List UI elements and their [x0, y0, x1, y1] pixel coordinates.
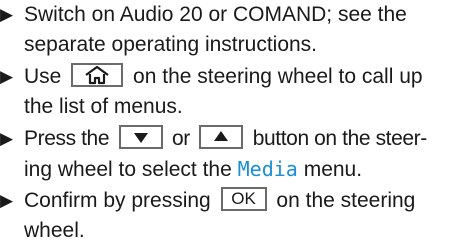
instruction-text: Use	[24, 65, 62, 88]
bullet-arrow-icon: ▶	[0, 67, 14, 86]
media-menu-label: Media	[237, 157, 298, 181]
bullet-arrow-icon: ▶	[0, 5, 14, 24]
instruction-text: ing wheel to select the	[24, 158, 232, 181]
instruction-line: ing wheel to select the Media menu.	[24, 154, 362, 185]
up-button-symbol	[199, 125, 244, 150]
down-button-symbol	[118, 125, 163, 150]
instruction-line: the list of menus.	[24, 95, 183, 118]
bullet-arrow-icon: ▶	[0, 191, 14, 210]
instruction-text: menu.	[303, 158, 363, 181]
bullet-arrow-icon: ▶	[0, 129, 14, 148]
instruction-text: on the steering	[276, 189, 416, 212]
instruction-line: Confirm by pressing OK on the steering	[24, 186, 415, 216]
down-triangle-icon	[133, 133, 148, 144]
instruction-line: Press the or button on the steer-	[24, 124, 427, 154]
home-icon	[85, 66, 109, 85]
instruction-text: Press the	[24, 127, 110, 150]
ok-button-symbol: OK	[220, 187, 267, 212]
instruction-line: Use on the steering wheel to call up	[24, 62, 423, 92]
home-button-symbol	[71, 63, 124, 88]
up-triangle-icon	[214, 131, 229, 142]
instruction-text: on the steering wheel to call up	[133, 65, 423, 88]
instruction-line: Switch on Audio 20 or COMAND; see the	[24, 3, 407, 26]
instruction-text: or	[171, 127, 190, 150]
instruction-text: Confirm by pressing	[24, 189, 211, 212]
instructions-page: ▶ Switch on Audio 20 or COMAND; see the …	[0, 0, 463, 249]
instruction-line: wheel.	[24, 219, 85, 242]
instruction-text: button on the steer-	[252, 127, 428, 150]
instruction-line: separate operating instructions.	[24, 33, 318, 56]
